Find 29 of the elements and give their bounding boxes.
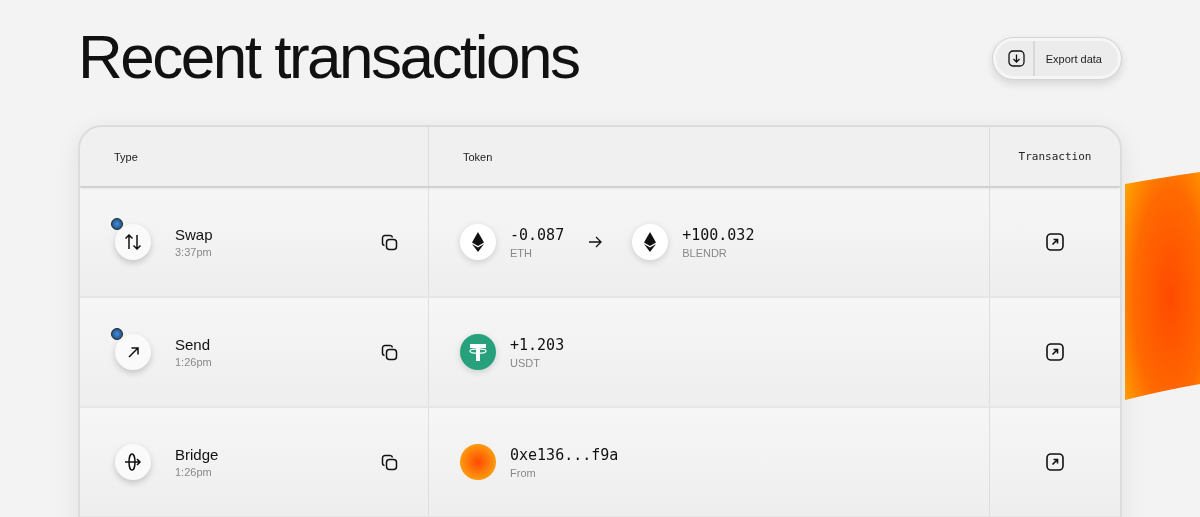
copy-icon[interactable] <box>381 233 398 251</box>
transaction-type: Swap <box>175 226 214 243</box>
download-icon <box>1007 50 1025 67</box>
avatar-icon <box>460 444 496 480</box>
token-symbol: From <box>510 466 537 479</box>
swap-arrows-icon <box>124 234 142 250</box>
token-amount: +100.032 <box>682 225 755 244</box>
token-amount: -0.087 <box>510 225 565 244</box>
copy-icon[interactable] <box>381 343 398 361</box>
transaction-time: 3:37pm <box>175 246 213 258</box>
ethereum-icon <box>460 224 496 260</box>
token-symbol: ETH <box>510 246 533 259</box>
copy-icon[interactable] <box>381 453 398 471</box>
column-header: Transaction <box>1017 149 1093 165</box>
arrow-right-icon <box>588 236 603 248</box>
token-symbol: BLENDR <box>682 246 728 259</box>
arrow-icon <box>127 346 139 358</box>
transaction-time: 1:26pm <box>175 466 213 478</box>
token-amount: 0xe136...f9a <box>510 445 619 464</box>
export-data-button[interactable]: Export data <box>991 37 1122 80</box>
transaction-time: 1:26pm <box>175 356 213 368</box>
transaction-type: Bridge <box>175 446 220 463</box>
page-title: Recent transactions <box>78 22 579 92</box>
ethereum-icon <box>632 224 669 260</box>
tether-icon <box>460 334 496 370</box>
transaction-type: Send <box>175 336 212 353</box>
token-amount: +1.203 <box>510 335 565 354</box>
bridge-icon <box>124 453 142 471</box>
token-symbol: USDT <box>510 356 541 369</box>
